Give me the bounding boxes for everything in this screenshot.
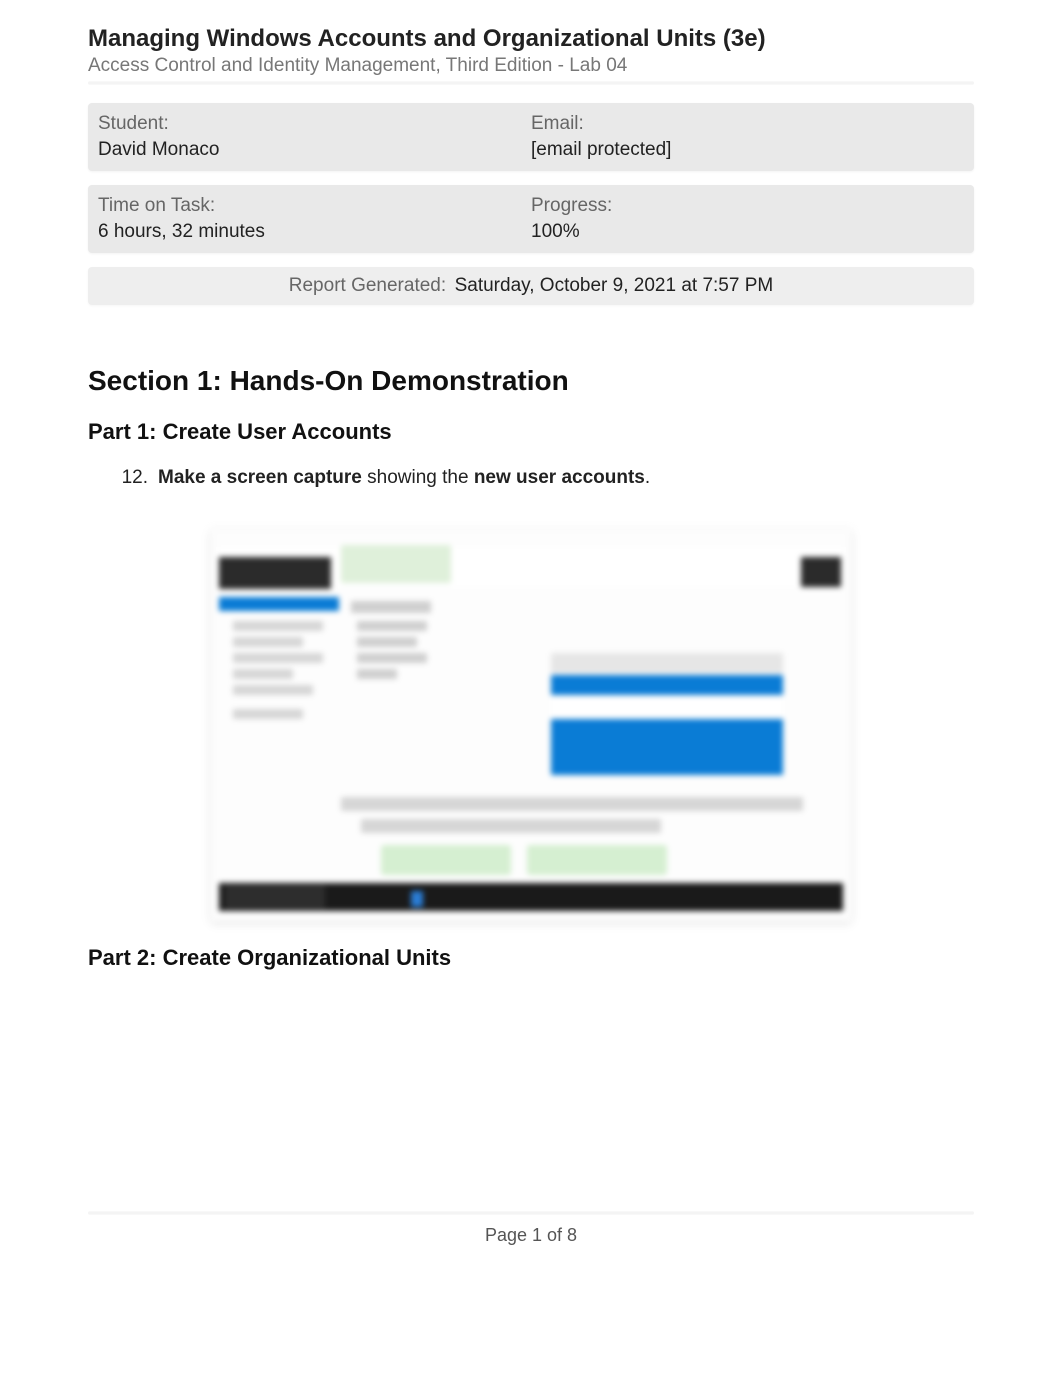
time-value: 6 hours, 32 minutes (98, 221, 531, 243)
header-divider (88, 81, 974, 85)
screenshot-close-button (801, 557, 841, 587)
student-col: Student: David Monaco (98, 113, 531, 161)
screenshot-sidebar-item (233, 669, 293, 679)
part-2-heading: Part 2: Create Organizational Units (88, 945, 974, 971)
time-label: Time on Task: (98, 195, 531, 217)
screenshot-taskbar-segment (225, 885, 325, 909)
screenshot-sidebar-item (233, 621, 323, 631)
screenshot-ribbon-tab (341, 545, 451, 583)
embedded-screenshot (211, 529, 851, 921)
part-1-heading: Part 1: Create User Accounts (88, 419, 974, 445)
time-col: Time on Task: 6 hours, 32 minutes (98, 195, 531, 243)
screenshot-list-gap (551, 697, 783, 717)
list-item-12: 12. Make a screen capture showing the ne… (110, 467, 974, 489)
screenshot-bottom-line (341, 797, 803, 811)
list-item-mid: showing the (362, 467, 474, 488)
screenshot-titlebar-dark (219, 557, 331, 589)
screenshot-sidebar-selected (219, 597, 339, 611)
screenshot-sidebar-item (233, 709, 303, 719)
email-col: Email: [email protected] (531, 113, 964, 161)
screenshot-container (88, 529, 974, 921)
screenshot-mid-item (357, 621, 427, 631)
progress-col: Progress: 100% (531, 195, 964, 243)
list-item-text: Make a screen capture showing the new us… (158, 467, 650, 489)
progress-label: Progress: (531, 195, 964, 217)
screenshot-green-button (381, 845, 511, 875)
screenshot-list-header (551, 653, 783, 673)
screenshot-mid-item (357, 653, 427, 663)
info-box-student-email: Student: David Monaco Email: [email prot… (88, 103, 974, 171)
list-item-bold1: Make a screen capture (158, 467, 362, 488)
student-value: David Monaco (98, 139, 531, 161)
screenshot-sidebar-item (233, 685, 313, 695)
doc-title: Managing Windows Accounts and Organizati… (88, 25, 974, 53)
screenshot-mid-item (351, 601, 431, 613)
email-value: [email protected] (531, 139, 964, 161)
page-footer: Page 1 of 8 (88, 1225, 974, 1246)
report-value: Saturday, October 9, 2021 at 7:57 PM (455, 275, 774, 296)
report-label: Report Generated: (289, 275, 446, 296)
student-label: Student: (98, 113, 531, 135)
screenshot-sidebar-item (233, 637, 303, 647)
screenshot-sidebar-item (233, 653, 323, 663)
screenshot-taskbar-blue-icon (411, 891, 423, 907)
screenshot-mid-item (357, 637, 417, 647)
list-item-end: . (645, 467, 650, 488)
screenshot-bottom-line (361, 819, 661, 833)
list-item-bold2: new user accounts (474, 467, 645, 488)
screenshot-list-selected (551, 675, 783, 695)
info-box-time-progress: Time on Task: 6 hours, 32 minutes Progre… (88, 185, 974, 253)
footer-divider (88, 1211, 974, 1215)
document-header: Managing Windows Accounts and Organizati… (88, 25, 974, 85)
list-item-number: 12. (110, 467, 148, 489)
screenshot-green-button (527, 845, 667, 875)
doc-subtitle: Access Control and Identity Management, … (88, 55, 974, 77)
report-generated-row: Report Generated: Saturday, October 9, 2… (88, 267, 974, 305)
email-label: Email: (531, 113, 964, 135)
section-1-heading: Section 1: Hands-On Demonstration (88, 365, 974, 397)
screenshot-list-selected-block (551, 719, 783, 775)
progress-value: 100% (531, 221, 964, 243)
screenshot-mid-item (357, 669, 397, 679)
